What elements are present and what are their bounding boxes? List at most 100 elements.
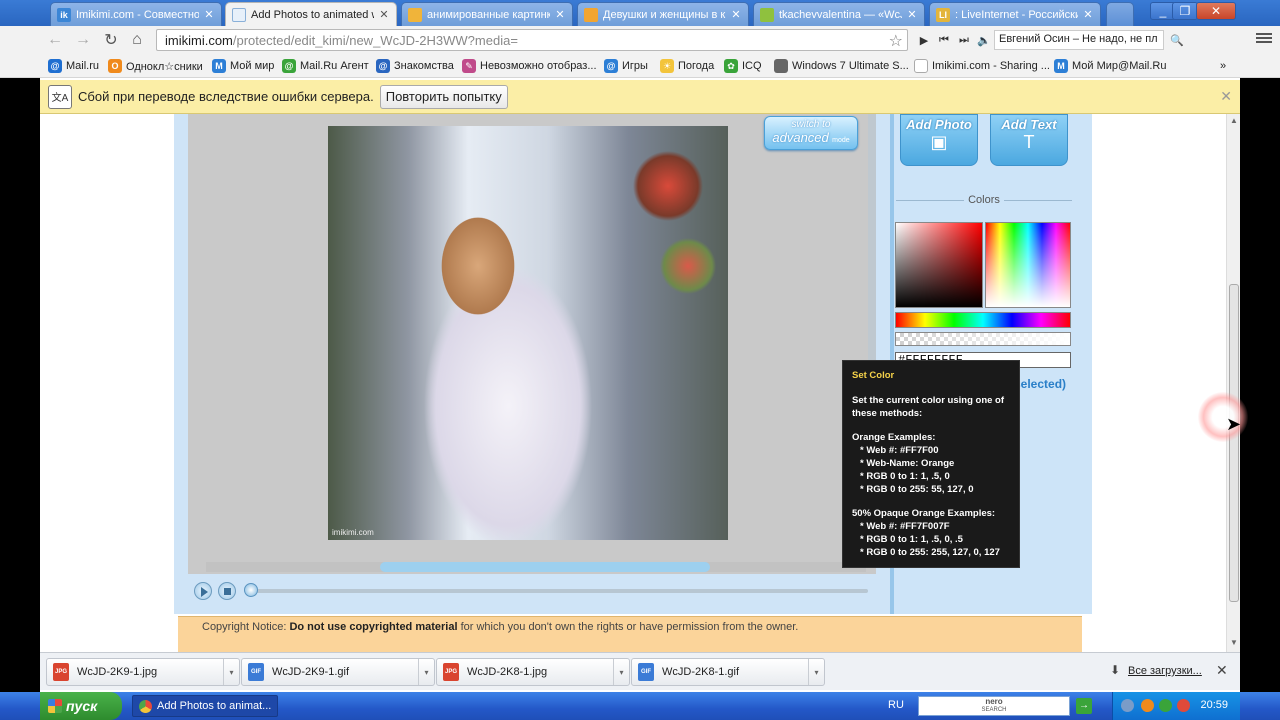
tab-close-icon[interactable]: ✕	[730, 8, 742, 21]
bookmark-item[interactable]: О Однокл☆сники	[108, 58, 203, 74]
bookmark-item[interactable]: ✿ ICQ	[724, 58, 762, 74]
bookmark-item[interactable]: M Мой Мир@Mail.Ru	[1054, 58, 1166, 74]
timeline-track[interactable]	[250, 589, 868, 593]
next-icon[interactable]: ⏭	[954, 34, 974, 47]
home-button[interactable]: ⌂	[126, 30, 148, 50]
reload-button[interactable]: ↻	[100, 30, 122, 50]
tab-liveinternet[interactable]: LI : LiveInternet - Российский ✕	[929, 2, 1101, 26]
security-icon[interactable]	[1159, 699, 1172, 712]
add-photo-button[interactable]: Add Photo ▣	[900, 114, 978, 166]
go-arrow-icon[interactable]: →	[1076, 698, 1092, 714]
photo-icon: ▣	[930, 132, 948, 152]
tab-close-icon[interactable]: ✕	[554, 8, 566, 21]
dropdown-arrow-icon[interactable]: ▾	[223, 659, 239, 685]
bookmark-item[interactable]: ✎ Невозможно отобраз...	[462, 58, 597, 74]
back-button[interactable]: ←	[44, 30, 66, 50]
add-text-button[interactable]: Add Text T	[990, 114, 1068, 166]
dropdown-arrow-icon[interactable]: ▾	[808, 659, 824, 685]
retry-button[interactable]: Повторить попытку	[379, 84, 508, 109]
stage-scroll-thumb[interactable]	[380, 562, 710, 572]
previous-icon[interactable]: ⏮	[934, 34, 954, 47]
bookmark-item[interactable]: ☀ Погода	[660, 58, 714, 74]
broken-page-icon: ✎	[462, 59, 476, 73]
all-downloads-link[interactable]: Все загрузки...	[1128, 665, 1202, 677]
now-playing-title: Евгений Осин – Не надо, не пл	[994, 30, 1164, 50]
bookmark-item[interactable]: @ Знакомства	[376, 58, 454, 74]
bookmark-label: Игры	[622, 60, 648, 72]
tab-imikimi[interactable]: ik Imikimi.com - Совместное т ✕	[50, 2, 222, 26]
tab-add-photos[interactable]: Add Photos to animated wa ✕	[225, 2, 397, 26]
browser-toolbar: ← → ↻ ⌂ imikimi.com/protected/edit_kimi/…	[0, 26, 1280, 54]
taskbar-chrome-item[interactable]: Add Photos to animat...	[132, 695, 278, 717]
bookmark-label: Однокл☆сники	[126, 60, 203, 73]
windows-logo-icon	[48, 699, 62, 713]
tray-app-icon[interactable]	[1141, 699, 1154, 712]
network-icon[interactable]	[1121, 699, 1134, 712]
volume-icon[interactable]: 🔈	[974, 34, 994, 47]
bookmark-item[interactable]: @ Mail.Ru Агент	[282, 58, 369, 74]
browser-menu-icon[interactable]	[1256, 31, 1272, 47]
close-window-button[interactable]: ✕	[1196, 2, 1236, 20]
download-item[interactable]: JPG WcJD-2K9-1.jpg ▾	[46, 658, 240, 686]
scroll-down-arrow-icon[interactable]: ▼	[1229, 638, 1239, 650]
start-button[interactable]: пуск	[40, 692, 122, 720]
tooltip-intro: Set the current color using one of these…	[852, 395, 1005, 419]
antivirus-icon[interactable]	[1177, 699, 1190, 712]
tab-close-icon[interactable]: ✕	[1082, 8, 1094, 21]
opacity-slider[interactable]	[895, 332, 1071, 346]
moymir-icon: M	[212, 59, 226, 73]
hue-saturation-picker[interactable]	[985, 222, 1071, 308]
tab-girls-women[interactable]: Девушки и женщины в кр ✕	[577, 2, 749, 26]
waterfall-girl-photo[interactable]: imikimi.com	[328, 126, 728, 540]
tab-tkachevvalentina[interactable]: tkachevvalentina — «WcJD ✕	[753, 2, 925, 26]
download-item[interactable]: JPG WcJD-2K8-1.jpg ▾	[436, 658, 630, 686]
switch-to-advanced-button[interactable]: switch to advanced mode	[764, 116, 858, 150]
bookmark-item[interactable]: M Мой мир	[212, 58, 274, 74]
switch-line2: advanced	[772, 130, 829, 145]
mouse-cursor-icon: ➤	[1226, 414, 1242, 434]
page-scroll-thumb[interactable]	[1229, 284, 1239, 602]
weather-icon: ☀	[660, 59, 674, 73]
tab-animated-pictures[interactable]: анимированные картинки ✕	[401, 2, 573, 26]
timeline-handle[interactable]	[244, 583, 258, 597]
tab-close-icon[interactable]: ✕	[203, 8, 215, 21]
scroll-up-arrow-icon[interactable]: ▲	[1229, 116, 1239, 128]
dropdown-arrow-icon[interactable]: ▾	[613, 659, 629, 685]
bookmarks-overflow-icon[interactable]: »	[1220, 58, 1226, 74]
forward-button[interactable]: →	[72, 30, 94, 50]
system-clock[interactable]: 20:59	[1200, 699, 1228, 711]
bookmark-item[interactable]: @ Mail.ru	[48, 58, 99, 74]
restore-button[interactable]: ❐	[1172, 2, 1198, 20]
address-bar[interactable]: imikimi.com/protected/edit_kimi/new_WcJD…	[156, 29, 908, 51]
bookmark-item[interactable]: Windows 7 Ultimate S...	[774, 58, 909, 74]
stage-horizontal-scrollbar[interactable]	[206, 562, 866, 572]
page-content: imikimi.com switch to advanced mode Add …	[40, 114, 1226, 652]
nero-search-box[interactable]: nero SEARCH	[918, 696, 1070, 716]
tab-label: Девушки и женщины в кр	[603, 8, 726, 21]
play-icon[interactable]: ▶	[914, 34, 934, 47]
dropdown-arrow-icon[interactable]: ▾	[418, 659, 434, 685]
bookmark-star-icon[interactable]: ☆	[889, 31, 903, 51]
play-icon[interactable]	[194, 582, 212, 600]
download-item[interactable]: GIF WcJD-2K9-1.gif ▾	[241, 658, 435, 686]
odnoklassniki-icon: О	[108, 59, 122, 73]
tab-close-icon[interactable]: ✕	[906, 8, 918, 21]
search-icon[interactable]: 🔍	[1164, 34, 1190, 47]
new-tab-button[interactable]	[1106, 2, 1134, 26]
page-vertical-scrollbar[interactable]: ▲ ▼	[1226, 114, 1240, 652]
bookmark-item[interactable]: Imikimi.com - Sharing ...	[914, 58, 1050, 74]
download-item[interactable]: GIF WcJD-2K8-1.gif ▾	[631, 658, 825, 686]
infobar-close-icon[interactable]: ✕	[1220, 88, 1232, 105]
language-indicator[interactable]: RU	[888, 699, 904, 711]
stop-icon[interactable]	[218, 582, 236, 600]
hue-slider[interactable]	[895, 312, 1071, 328]
saturation-picker[interactable]	[895, 222, 983, 308]
shelf-close-icon[interactable]: ✕	[1216, 662, 1228, 679]
bookmark-label: Mail.ru	[66, 60, 100, 72]
tab-close-icon[interactable]: ✕	[378, 8, 390, 21]
tab-label: Add Photos to animated wa	[251, 8, 374, 21]
bookmark-item[interactable]: @ Игры	[604, 58, 648, 74]
search-favicon-icon	[408, 7, 422, 22]
icq-icon: ✿	[724, 59, 738, 73]
jpg-file-icon: JPG	[53, 663, 69, 681]
